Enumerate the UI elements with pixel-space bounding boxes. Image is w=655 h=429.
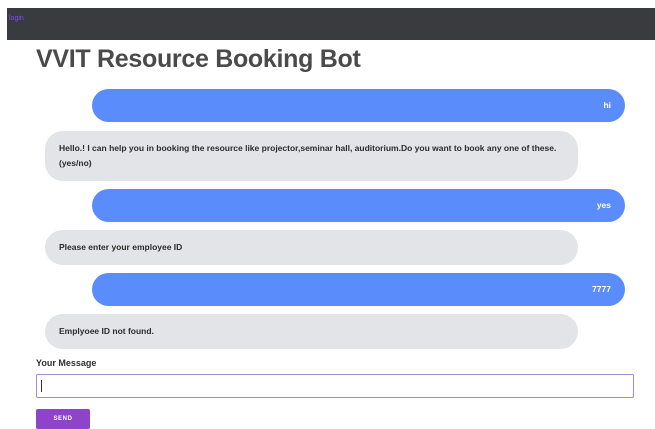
- message-input[interactable]: [36, 374, 634, 398]
- bot-message: Hello.! I can help you in booking the re…: [45, 131, 578, 181]
- page-title: VVIT Resource Booking Bot: [36, 45, 361, 73]
- message-label: Your Message: [36, 358, 97, 368]
- login-link[interactable]: login: [9, 15, 24, 22]
- top-navbar: login: [7, 8, 655, 40]
- user-message: yes: [92, 189, 625, 222]
- bot-message: Emplyoee ID not found.: [45, 314, 578, 349]
- user-message: hi: [92, 89, 625, 122]
- text-caret: [41, 380, 42, 392]
- bot-message: Please enter your employee ID: [45, 230, 578, 265]
- user-message: 7777: [92, 273, 625, 306]
- send-button[interactable]: SEND: [36, 409, 90, 429]
